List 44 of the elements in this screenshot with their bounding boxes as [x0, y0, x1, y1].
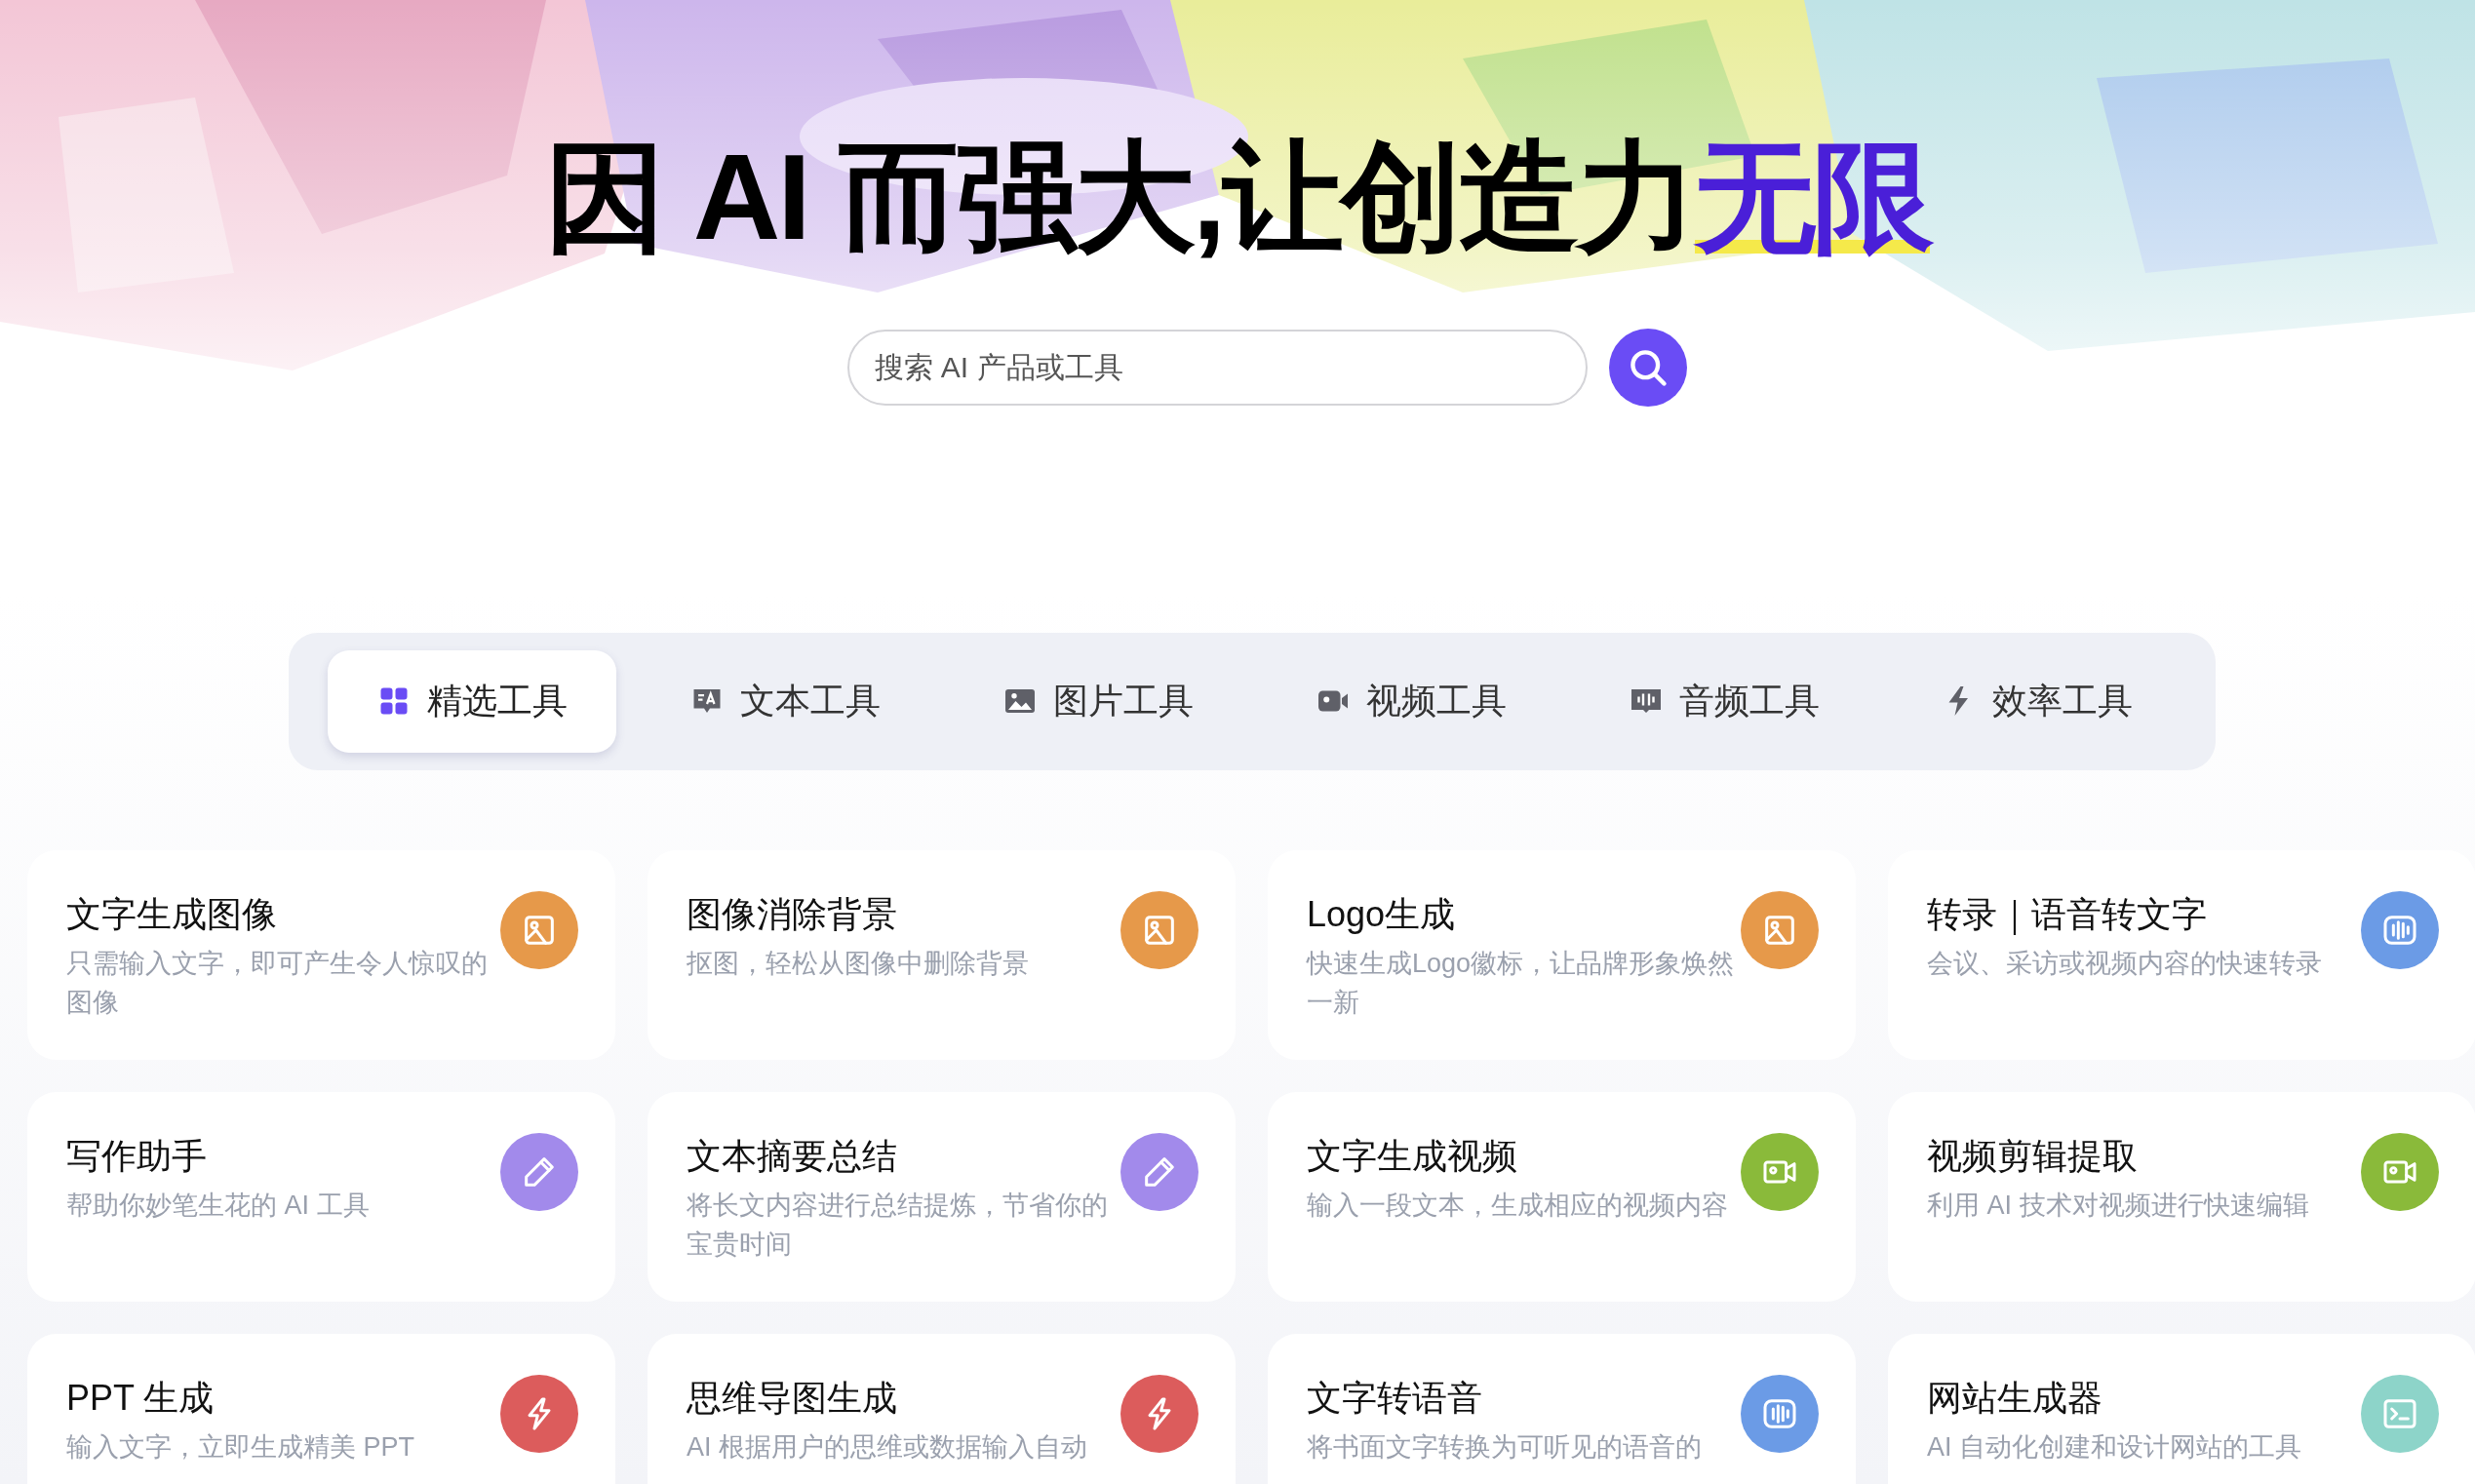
tool-description: 快速生成Logo徽标，让品牌形象焕然一新 — [1307, 947, 1736, 1019]
tool-description: 只需输入文字，即可产生令人惊叹的图像 — [66, 947, 489, 1019]
tool-description: 会议、采访或视频内容的快速转录 — [1927, 947, 2323, 980]
tool-description: 输入文字，立即生成精美 PPT — [66, 1430, 415, 1464]
tool-card[interactable]: 写作助手 帮助你妙笔生花的 AI 工具 — [27, 1091, 615, 1302]
tool-description: AI 自动化创建和设计网站的工具 — [1927, 1430, 2302, 1464]
category-tab[interactable]: 视频工具 — [1267, 649, 1555, 753]
tool-card[interactable]: 文字转语音 将书面文字转换为可听见的语音的 — [1268, 1333, 1856, 1484]
search-field[interactable]: 搜索 AI 产品或工具 — [846, 329, 1588, 406]
tool-card[interactable]: 思维导图生成 AI 根据用户的思维或数据输入自动 — [648, 1333, 1236, 1484]
tool-card[interactable]: 网站生成器 AI 自动化创建和设计网站的工具 — [1888, 1333, 2475, 1484]
tool-title: 转录｜语音转文字 — [1927, 892, 2208, 937]
tool-title: 写作助手 — [66, 1134, 208, 1178]
tool-card[interactable]: 文字生成视频 输入一段文本，生成相应的视频内容 — [1268, 1091, 1856, 1302]
tool-card[interactable]: 文本摘要总结 将长文内容进行总结提炼，节省你的宝贵时间 — [648, 1091, 1236, 1302]
tool-card[interactable]: PPT 生成 输入文字，立即生成精美 PPT — [27, 1333, 615, 1484]
tool-card[interactable]: 转录｜语音转文字 会议、采访或视频内容的快速转录 — [1888, 849, 2475, 1060]
tool-description: AI 根据用户的思维或数据输入自动 — [687, 1430, 1088, 1464]
tool-title: 视频剪辑提取 — [1927, 1134, 2139, 1178]
tool-title: 思维导图生成 — [687, 1376, 898, 1420]
category-tab[interactable]: 音频工具 — [1580, 649, 1868, 753]
category-tab[interactable]: 文本工具 — [641, 649, 929, 753]
tool-card[interactable]: Logo生成 快速生成Logo徽标，让品牌形象焕然一新 — [1268, 849, 1856, 1060]
tool-card[interactable]: 图像消除背景 抠图，轻松从图像中删除背景 — [648, 849, 1236, 1060]
tool-title: 文字转语音 — [1307, 1376, 1483, 1420]
tool-description: 将书面文字转换为可听见的语音的 — [1307, 1430, 1703, 1464]
tool-description: 输入一段文本，生成相应的视频内容 — [1307, 1189, 1729, 1222]
category-tab[interactable]: 精选工具 — [328, 649, 616, 753]
tool-title: 文本摘要总结 — [687, 1134, 898, 1178]
tool-description: 将长文内容进行总结提炼，节省你的宝贵时间 — [687, 1189, 1109, 1261]
tool-title: 网站生成器 — [1927, 1376, 2103, 1420]
tool-title: 文字生成视频 — [1307, 1134, 1518, 1178]
hero-title: 因 AI 而强大,让创造力无限 — [544, 129, 1931, 266]
tool-card[interactable]: 视频剪辑提取 利用 AI 技术对视频进行快速编辑 — [1888, 1091, 2475, 1302]
tool-description: 帮助你妙笔生花的 AI 工具 — [66, 1189, 371, 1222]
category-tab[interactable]: 图片工具 — [954, 649, 1242, 753]
tool-description: 利用 AI 技术对视频进行快速编辑 — [1927, 1189, 2310, 1222]
tool-card[interactable]: 文字生成图像 只需输入文字，即可产生令人惊叹的图像 — [27, 849, 615, 1060]
tool-description: 抠图，轻松从图像中删除背景 — [687, 947, 1030, 980]
tool-title: 文字生成图像 — [66, 892, 278, 936]
tool-title: Logo生成 — [1307, 892, 1457, 936]
tool-title: PPT 生成 — [66, 1376, 216, 1420]
tool-title: 图像消除背景 — [687, 892, 898, 936]
category-tab[interactable]: 效率工具 — [1893, 649, 2181, 753]
